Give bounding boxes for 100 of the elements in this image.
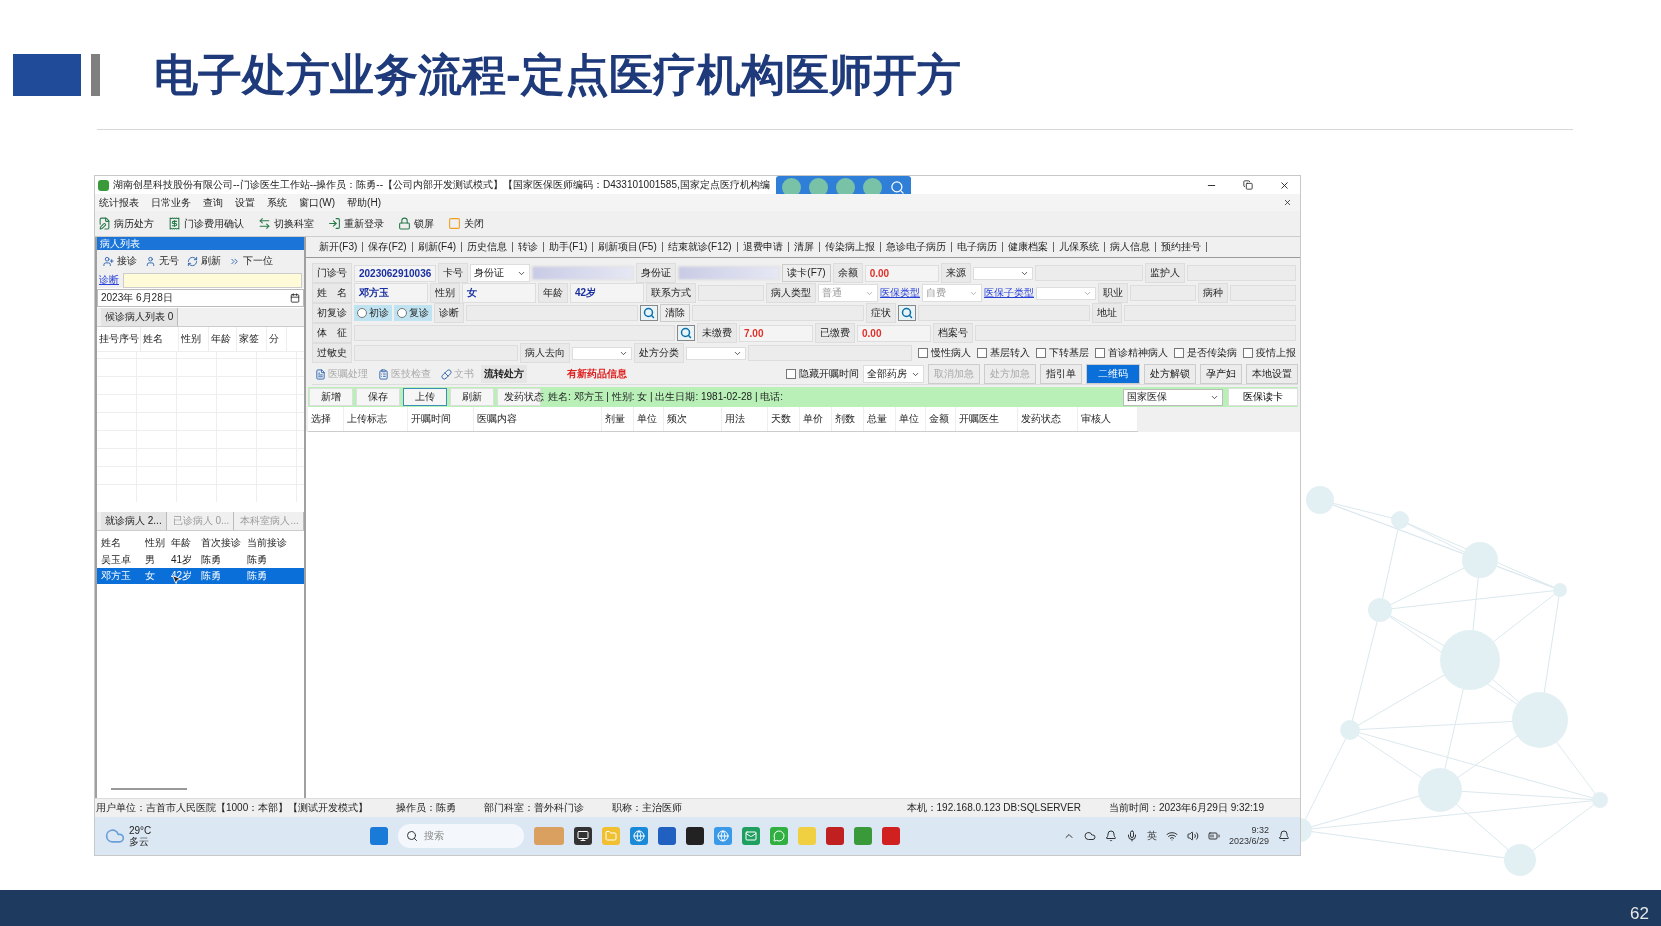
- patient-row[interactable]: 吴玉卓 男 41岁 陈勇 陈勇: [97, 552, 304, 568]
- panel-button[interactable]: 无号: [145, 254, 179, 268]
- close-button[interactable]: [1283, 198, 1292, 207]
- order-button[interactable]: 本地设置: [1246, 364, 1298, 384]
- menu-item[interactable]: 日常业务: [151, 195, 191, 210]
- toolbar-button[interactable]: 切换科室: [258, 216, 314, 231]
- function-button[interactable]: 清屏: [788, 242, 820, 252]
- insurance-dropdown[interactable]: 国家医保: [1123, 388, 1223, 406]
- radio-button[interactable]: 初诊: [354, 305, 392, 321]
- masked-field[interactable]: [678, 266, 781, 280]
- ime-indicator[interactable]: 英: [1146, 829, 1157, 843]
- mail-icon[interactable]: [742, 827, 760, 845]
- dropdown[interactable]: [972, 266, 1033, 280]
- function-button[interactable]: 刷新项目(F5): [593, 242, 663, 252]
- browser-icon[interactable]: [630, 827, 648, 845]
- menu-item[interactable]: 窗口(W): [299, 195, 336, 210]
- close-button[interactable]: [1279, 179, 1290, 191]
- order-tab[interactable]: 流转处方: [481, 365, 527, 383]
- action-button[interactable]: 新增: [309, 388, 353, 406]
- radio-button[interactable]: 复诊: [394, 305, 432, 321]
- bell-icon[interactable]: [1104, 830, 1117, 842]
- restore-button[interactable]: [1243, 180, 1253, 190]
- function-button[interactable]: 儿保系统: [1053, 242, 1105, 252]
- folder-icon[interactable]: [602, 827, 620, 845]
- toolbar-button[interactable]: 门诊费用确认: [168, 216, 244, 231]
- field-label: 联系方式: [646, 283, 696, 303]
- search-button[interactable]: [640, 305, 658, 321]
- function-button[interactable]: 刷新(F4): [412, 242, 463, 252]
- clipboard-icon: [378, 368, 389, 380]
- square-icon: [448, 217, 461, 230]
- function-button[interactable]: 助手(F1): [544, 242, 594, 252]
- dropdown[interactable]: [686, 346, 746, 360]
- checkbox[interactable]: 疫情上报: [1243, 346, 1296, 360]
- search-field[interactable]: 搜索: [398, 824, 524, 848]
- dropdown[interactable]: 全部药房: [863, 365, 924, 383]
- function-button[interactable]: 保存(F2): [363, 242, 413, 252]
- function-button[interactable]: 退费申请: [737, 242, 789, 252]
- function-button[interactable]: 传染病上报: [819, 242, 881, 252]
- order-button[interactable]: 处方解锁: [1144, 364, 1196, 384]
- card-button[interactable]: 医保读卡: [1228, 388, 1298, 406]
- checkbox[interactable]: 是否传染病: [1174, 346, 1237, 360]
- app-icon[interactable]: [574, 827, 592, 845]
- toolbar-button[interactable]: 锁屏: [398, 216, 434, 231]
- field-label: 初复诊: [312, 303, 352, 323]
- function-button[interactable]: 结束就诊(F12): [662, 242, 738, 252]
- masked-field[interactable]: [532, 266, 635, 280]
- battery-icon[interactable]: [1207, 830, 1220, 842]
- function-button[interactable]: 转诊: [513, 242, 545, 252]
- date-field[interactable]: 2023年 6月28日: [97, 289, 304, 307]
- input-field[interactable]: [123, 272, 302, 288]
- list-tab[interactable]: 候诊病人列表 0: [101, 308, 179, 326]
- toolbar-button[interactable]: 关闭: [448, 216, 484, 231]
- function-button[interactable]: 电子病历: [951, 242, 1003, 252]
- checkbox[interactable]: 基层转入: [977, 346, 1030, 360]
- dropdown[interactable]: [572, 346, 632, 360]
- form-button[interactable]: 读卡(F7): [782, 264, 831, 282]
- toolbar-button[interactable]: 病历处方: [98, 216, 154, 231]
- order-button[interactable]: 二维码: [1086, 364, 1140, 384]
- function-button[interactable]: 健康档案: [1002, 242, 1054, 252]
- action-button[interactable]: 刷新: [450, 388, 494, 406]
- checkbox[interactable]: 下转基层: [1036, 346, 1089, 360]
- toolbar-button[interactable]: 重新登录: [328, 216, 384, 231]
- function-button[interactable]: 历史信息: [462, 242, 514, 252]
- menu-item[interactable]: 设置: [235, 195, 255, 210]
- search-button[interactable]: [898, 305, 916, 321]
- menu-item[interactable]: 系统: [267, 195, 287, 210]
- panel-button[interactable]: 接诊: [103, 254, 137, 268]
- search-icon[interactable]: [889, 179, 905, 195]
- list-tab[interactable]: 就诊病人 2...: [101, 512, 167, 530]
- checkbox[interactable]: 首诊精神病人: [1095, 346, 1168, 360]
- chat-icon[interactable]: [770, 827, 788, 845]
- order-button[interactable]: 孕产妇: [1200, 364, 1242, 384]
- function-button[interactable]: 新开(F3): [314, 242, 364, 252]
- function-button[interactable]: 病人信息: [1104, 242, 1156, 252]
- checkbox[interactable]: 隐藏开嘱时间: [786, 367, 859, 381]
- menu-item[interactable]: 统计报表: [99, 195, 139, 210]
- panel-button[interactable]: 刷新: [187, 254, 221, 268]
- dropdown[interactable]: 身份证: [470, 264, 531, 282]
- clock[interactable]: 9:32 2023/6/29: [1228, 825, 1269, 847]
- field-label: 门诊号: [312, 263, 352, 283]
- browser-icon[interactable]: [714, 827, 732, 845]
- diagnosis-link[interactable]: 诊断: [99, 273, 119, 287]
- cloud-icon[interactable]: [1083, 830, 1096, 842]
- notification-icon[interactable]: [1278, 830, 1290, 842]
- microphone-icon[interactable]: [1125, 830, 1138, 842]
- function-button[interactable]: 预约挂号: [1155, 242, 1207, 252]
- menu-item[interactable]: 查询: [203, 195, 223, 210]
- form-button[interactable]: 清除: [660, 304, 690, 322]
- action-button[interactable]: 上传: [403, 388, 447, 406]
- volume-icon[interactable]: [1186, 830, 1199, 842]
- wifi-icon[interactable]: [1165, 830, 1178, 842]
- function-button[interactable]: 急诊电子病历: [880, 242, 952, 252]
- field-link[interactable]: 医保子类型: [984, 286, 1034, 300]
- action-button[interactable]: 保存: [356, 388, 400, 406]
- checkbox[interactable]: 慢性病人: [918, 346, 971, 360]
- menu-item[interactable]: 帮助(H): [347, 195, 381, 210]
- field-link[interactable]: 医保类型: [880, 286, 920, 300]
- order-button[interactable]: 指引单: [1040, 364, 1082, 384]
- search-button[interactable]: [677, 325, 695, 341]
- panel-button[interactable]: 下一位: [229, 254, 273, 268]
